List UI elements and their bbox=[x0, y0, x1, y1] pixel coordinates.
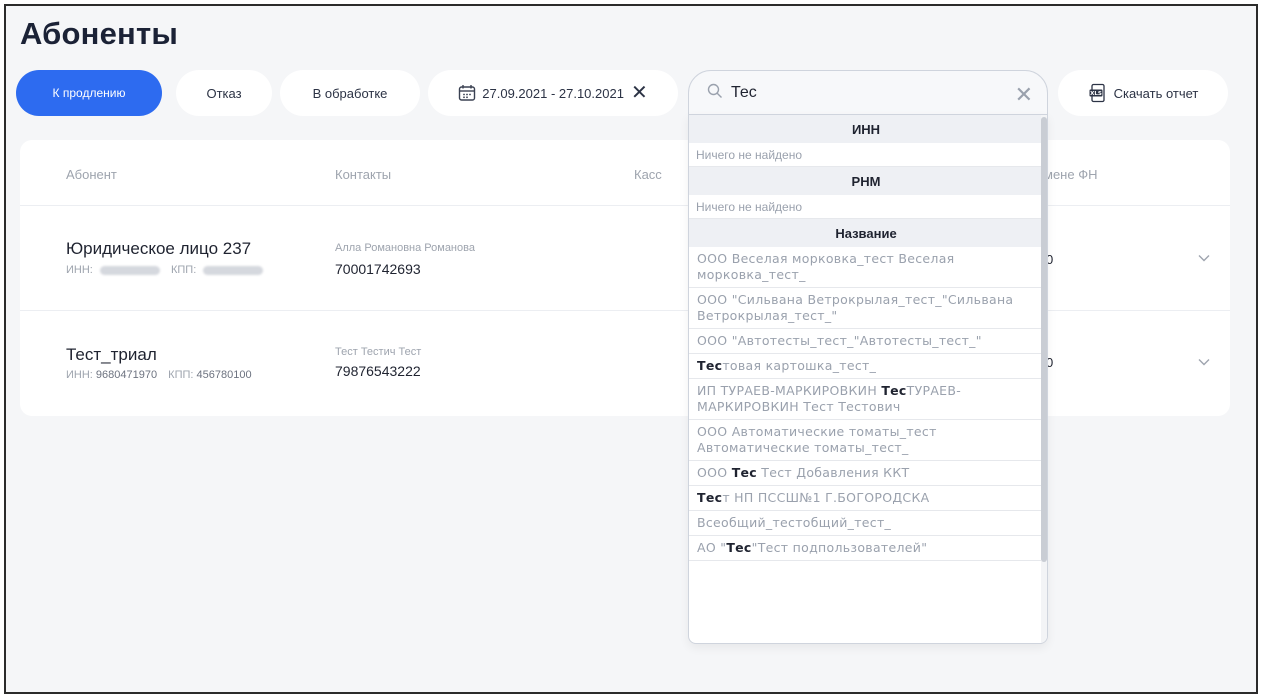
result-text-post: Тест Добавления ККТ bbox=[757, 465, 910, 480]
result-text-pre: ООО Автоматические томаты_тест Автоматич… bbox=[697, 424, 937, 455]
search-icon bbox=[707, 83, 723, 104]
date-range-filter[interactable]: 27.09.2021 - 27.10.2021 ✕ bbox=[428, 70, 678, 116]
section-name: Название bbox=[689, 219, 1043, 247]
search-results-dropdown: ИНН Ничего не найдено РНМ Ничего не найд… bbox=[688, 114, 1048, 644]
result-text-match: Тес bbox=[881, 383, 907, 398]
download-report-label: Скачать отчет bbox=[1113, 85, 1199, 101]
tab-renewal[interactable]: К продлению bbox=[16, 70, 162, 116]
inn-label: ИНН: bbox=[66, 264, 93, 276]
contact-phone: 70001742693 bbox=[335, 261, 421, 277]
org-ids: ИНН: КПП: bbox=[66, 264, 264, 276]
contact-name: Тест Тестич Тест bbox=[335, 346, 422, 358]
inn-label: ИНН: bbox=[66, 369, 93, 381]
result-text-pre: ООО Веселая морковка_тест Веселая морков… bbox=[697, 251, 955, 282]
search-result-item[interactable]: ООО "Автотесты_тест_"Автотесты_тест_" bbox=[689, 329, 1043, 354]
date-range-text: 27.09.2021 - 27.10.2021 bbox=[482, 85, 624, 101]
section-inn: ИНН bbox=[689, 115, 1043, 143]
app-frame: Абоненты К продлению Отказ В обработке 2… bbox=[4, 4, 1258, 694]
table-row[interactable]: Юридическое лицо 237 ИНН: КПП: Алла Рома… bbox=[20, 206, 1230, 311]
result-text-match: Тес bbox=[697, 358, 723, 373]
dropdown-scrollbar[interactable] bbox=[1041, 115, 1047, 643]
search-result-item[interactable]: ООО Автоматические томаты_тест Автоматич… bbox=[689, 420, 1043, 461]
section-rnm: РНМ bbox=[689, 167, 1043, 195]
inn-empty: Ничего не найдено bbox=[689, 143, 1043, 167]
tab-refused[interactable]: Отказ bbox=[176, 70, 272, 116]
search-result-item[interactable]: ООО Веселая морковка_тест Веселая морков… bbox=[689, 247, 1043, 288]
contact-name: Алла Романовна Романова bbox=[335, 242, 475, 254]
subscribers-table: Абонент Контакты Касс мене ФН Юридическо… bbox=[20, 140, 1230, 416]
kpp-value: 456780100 bbox=[196, 369, 252, 381]
result-text-match: Тес bbox=[726, 540, 752, 555]
result-text-pre: АО " bbox=[697, 540, 727, 555]
kpp-label: КПП: bbox=[170, 264, 197, 276]
clear-date-icon[interactable]: ✕ bbox=[631, 83, 648, 103]
search-result-item[interactable]: ООО "Сильвана Ветрокрылая_тест_"Сильвана… bbox=[689, 288, 1043, 329]
tab-processing[interactable]: В обработке bbox=[280, 70, 420, 116]
col-contacts: Контакты bbox=[335, 167, 392, 182]
clear-search-icon[interactable]: ✕ bbox=[1015, 82, 1033, 108]
excel-icon: XLS bbox=[1088, 83, 1108, 103]
rnm-empty: Ничего не найдено bbox=[689, 195, 1043, 219]
search-result-item[interactable]: Всеобщий_тестобщий_тест_ bbox=[689, 511, 1043, 536]
calendar-icon bbox=[458, 84, 476, 102]
org-name: Тест_триал bbox=[66, 345, 157, 364]
result-text-post: "Тест подпользователей" bbox=[751, 540, 928, 555]
search-result-item[interactable]: Тестовая картошка_тест_ bbox=[689, 354, 1043, 379]
org-ids: ИНН: 9680471970 КПП: 456780100 bbox=[66, 369, 252, 381]
col-subscriber: Абонент bbox=[66, 167, 117, 182]
search-result-item[interactable]: АО "Тес"Тест подпользователей" bbox=[689, 536, 1043, 561]
result-text-pre: ООО bbox=[697, 465, 732, 480]
kpp-label: КПП: bbox=[168, 369, 194, 381]
download-report-button[interactable]: XLS Скачать отчет bbox=[1058, 70, 1228, 116]
col-kass: Касс bbox=[634, 167, 662, 182]
table-row[interactable]: Тест_триал ИНН: 9680471970 КПП: 45678010… bbox=[20, 312, 1230, 417]
inn-hidden bbox=[99, 265, 160, 275]
table-header: Абонент Контакты Касс мене ФН bbox=[20, 140, 1230, 206]
kpp-hidden bbox=[203, 265, 264, 275]
col-fn-replacement: мене ФН bbox=[1044, 167, 1098, 182]
search-result-item[interactable]: ООО Тес Тест Добавления ККТ bbox=[689, 461, 1043, 486]
result-text-pre: Всеобщий_тестобщий_тест_ bbox=[697, 515, 892, 530]
result-text-match: Тес bbox=[731, 465, 758, 480]
result-text-pre: ИП ТУРАЕВ-МАРКИРОВКИН bbox=[697, 383, 882, 398]
page-title: Абоненты bbox=[20, 16, 179, 51]
result-text-match: Тес bbox=[697, 490, 723, 505]
search-input[interactable] bbox=[731, 84, 1001, 102]
contact-phone: 79876543222 bbox=[335, 363, 421, 379]
result-text-pre: ООО "Сильвана Ветрокрылая_тест_"Сильвана… bbox=[697, 292, 1014, 323]
search-field[interactable]: ✕ bbox=[688, 70, 1048, 116]
org-name: Юридическое лицо 237 bbox=[66, 239, 252, 258]
search-result-item[interactable]: Тест НП ПССШ№1 Г.БОГОРОДСКА bbox=[689, 486, 1043, 511]
chevron-down-icon[interactable] bbox=[1198, 354, 1210, 369]
search-result-item[interactable]: ИП ТУРАЕВ-МАРКИРОВКИН ТесТУРАЕВ-МАРКИРОВ… bbox=[689, 379, 1043, 420]
result-text-pre: ООО "Автотесты_тест_"Автотесты_тест_" bbox=[697, 333, 982, 348]
chevron-down-icon[interactable] bbox=[1198, 250, 1210, 265]
svg-text:XLS: XLS bbox=[1090, 91, 1102, 97]
inn-value: 9680471970 bbox=[95, 369, 158, 381]
scrollbar-thumb[interactable] bbox=[1041, 117, 1047, 562]
result-text-post: т НП ПССШ№1 Г.БОГОРОДСКА bbox=[722, 490, 930, 505]
result-text-post: товая картошка_тест_ bbox=[722, 358, 877, 373]
dropdown-list: ИНН Ничего не найдено РНМ Ничего не найд… bbox=[689, 115, 1043, 561]
